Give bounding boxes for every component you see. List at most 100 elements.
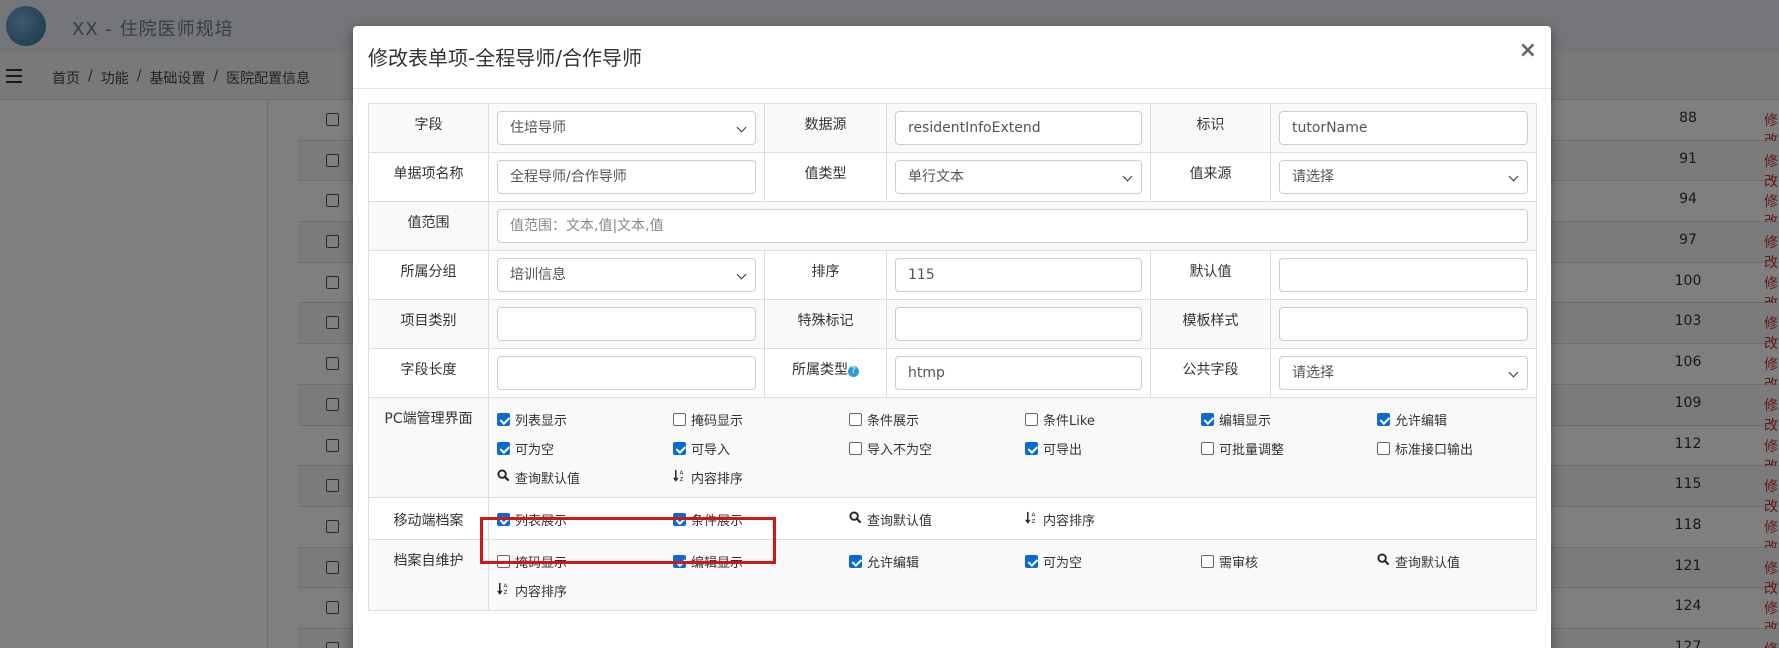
value-type-select[interactable]: 单行文本: [895, 160, 1142, 194]
pc-option-checkbox[interactable]: 允许编辑: [1377, 408, 1553, 431]
option-label: 掩码显示: [515, 556, 568, 571]
checkbox-icon[interactable]: [673, 413, 686, 426]
checkbox-icon[interactable]: [1201, 442, 1214, 455]
option-label: 可为空: [1043, 556, 1083, 571]
checkbox-icon[interactable]: [497, 555, 510, 568]
checkbox-icon[interactable]: [673, 513, 686, 526]
group-select[interactable]: 培训信息: [497, 258, 756, 292]
svg-text:Z: Z: [504, 590, 508, 595]
category-input[interactable]: [497, 307, 756, 341]
option-label: 查询默认值: [867, 514, 933, 529]
item-name-input[interactable]: 全程导师/合作导师: [497, 160, 756, 194]
option-label: 内容排序: [515, 585, 568, 600]
field-label: 字段: [368, 103, 489, 153]
option-label: 内容排序: [1043, 514, 1096, 529]
checkbox-icon[interactable]: [849, 442, 862, 455]
pc-option-checkbox[interactable]: 条件展示: [849, 408, 1025, 431]
mobile-option-checkbox[interactable]: 条件展示: [673, 508, 849, 531]
sort-alpha-icon: AZ: [497, 582, 510, 599]
option-label: 可为空: [515, 443, 555, 458]
edit-form-item-modal: 修改表单项-全程导师/合作导师 × 字段 住培导师 数据源 residentIn…: [353, 26, 1551, 648]
pc-option-checkbox[interactable]: 可导入: [673, 437, 849, 460]
order-input[interactable]: 115: [895, 258, 1142, 292]
archive-option-checkbox[interactable]: 编辑显示: [673, 550, 849, 573]
archive-content-sort-button[interactable]: A Z 内容排序: [497, 579, 673, 602]
default-label: 默认值: [1150, 250, 1271, 300]
option-label: 条件Like: [1043, 414, 1095, 429]
field-length-input[interactable]: [497, 356, 756, 390]
default-input[interactable]: [1279, 258, 1528, 292]
group-label: 所属分组: [368, 250, 489, 300]
checkbox-icon[interactable]: [497, 442, 510, 455]
option-label: 条件展示: [867, 414, 920, 429]
checkbox-icon[interactable]: [849, 555, 862, 568]
identifier-label: 标识: [1150, 103, 1271, 153]
value-source-select[interactable]: 请选择: [1279, 160, 1528, 194]
value-range-input[interactable]: 值范围：文本,值|文本,值: [497, 209, 1528, 243]
pc-option-checkbox[interactable]: 导入不为空: [849, 437, 1025, 460]
pc-option-checkbox[interactable]: 列表显示: [497, 408, 673, 431]
archive-option-checkbox[interactable]: 可为空: [1025, 550, 1201, 573]
checkbox-icon[interactable]: [1025, 442, 1038, 455]
modal-title: 修改表单项-全程导师/合作导师: [368, 46, 642, 70]
identifier-input[interactable]: tutorName: [1279, 111, 1528, 145]
pc-query-default-button[interactable]: 查询默认值: [497, 466, 673, 489]
checkbox-icon[interactable]: [849, 413, 862, 426]
belong-type-input[interactable]: htmp: [895, 356, 1142, 390]
form-table: 字段 住培导师 数据源 residentInfoExtend 标识 tutorN…: [368, 103, 1537, 611]
search-icon: [1377, 553, 1390, 570]
item-name-label: 单据项名称: [368, 152, 489, 202]
pc-options: 列表显示 掩码显示 条件展示 条件Like 编辑显示 允许编辑可为空 可导入 导入不为空 可导出…: [489, 398, 1536, 497]
order-label: 排序: [764, 250, 887, 300]
close-icon[interactable]: ×: [1519, 40, 1537, 62]
checkbox-icon[interactable]: [1377, 413, 1390, 426]
pc-option-checkbox[interactable]: 可批量调整: [1201, 437, 1377, 460]
help-icon[interactable]: ?: [848, 366, 859, 377]
checkbox-icon[interactable]: [1201, 555, 1214, 568]
checkbox-icon[interactable]: [673, 442, 686, 455]
datasource-label: 数据源: [764, 103, 887, 153]
option-label: 需审核: [1219, 556, 1259, 571]
svg-text:Z: Z: [680, 477, 684, 482]
pc-option-checkbox[interactable]: 掩码显示: [673, 408, 849, 431]
archive-options: 掩码显示 编辑显示 允许编辑 可为空 需审核 查询默认值 A Z 内容排序: [489, 540, 1536, 610]
value-range-label: 值范围: [368, 201, 489, 251]
modal-header: 修改表单项-全程导师/合作导师 ×: [353, 26, 1551, 89]
checkbox-icon[interactable]: [497, 513, 510, 526]
checkbox-icon[interactable]: [673, 555, 686, 568]
pc-option-checkbox[interactable]: 编辑显示: [1201, 408, 1377, 431]
option-label: 可导出: [1043, 443, 1083, 458]
pc-content-sort-button[interactable]: A Z 内容排序: [673, 466, 849, 489]
option-label: 允许编辑: [1395, 414, 1448, 429]
checkbox-icon[interactable]: [1025, 555, 1038, 568]
archive-option-checkbox[interactable]: 掩码显示: [497, 550, 673, 573]
archive-section-label: 档案自维护: [368, 539, 489, 611]
category-label: 项目类别: [368, 299, 489, 349]
template-style-input[interactable]: [1279, 307, 1528, 341]
svg-text:A: A: [1032, 513, 1036, 519]
archive-option-checkbox[interactable]: 允许编辑: [849, 550, 1025, 573]
option-label: 导入不为空: [867, 443, 933, 458]
special-mark-input[interactable]: [895, 307, 1142, 341]
datasource-input[interactable]: residentInfoExtend: [895, 111, 1142, 145]
value-source-label: 值来源: [1150, 152, 1271, 202]
template-style-label: 模板样式: [1150, 299, 1271, 349]
belong-type-label: 所属类型: [792, 362, 848, 378]
checkbox-icon[interactable]: [1025, 413, 1038, 426]
pc-option-checkbox[interactable]: 条件Like: [1025, 408, 1201, 431]
pc-option-checkbox[interactable]: 标准接口输出: [1377, 437, 1553, 460]
pc-option-checkbox[interactable]: 可导出: [1025, 437, 1201, 460]
checkbox-icon[interactable]: [1201, 413, 1214, 426]
field-select[interactable]: 住培导师: [497, 111, 756, 145]
common-field-select[interactable]: 请选择: [1279, 356, 1528, 390]
checkbox-icon[interactable]: [497, 413, 510, 426]
option-label: 允许编辑: [867, 556, 920, 571]
pc-option-checkbox[interactable]: 可为空: [497, 437, 673, 460]
mobile-content-sort-button[interactable]: A Z 内容排序: [1025, 508, 1201, 531]
archive-option-checkbox[interactable]: 需审核: [1201, 550, 1377, 573]
mobile-query-default-button[interactable]: 查询默认值: [849, 508, 1025, 531]
archive-query-default-button[interactable]: 查询默认值: [1377, 550, 1553, 573]
sort-alpha-icon: AZ: [673, 469, 686, 486]
checkbox-icon[interactable]: [1377, 442, 1390, 455]
mobile-option-checkbox[interactable]: 列表展示: [497, 508, 673, 531]
